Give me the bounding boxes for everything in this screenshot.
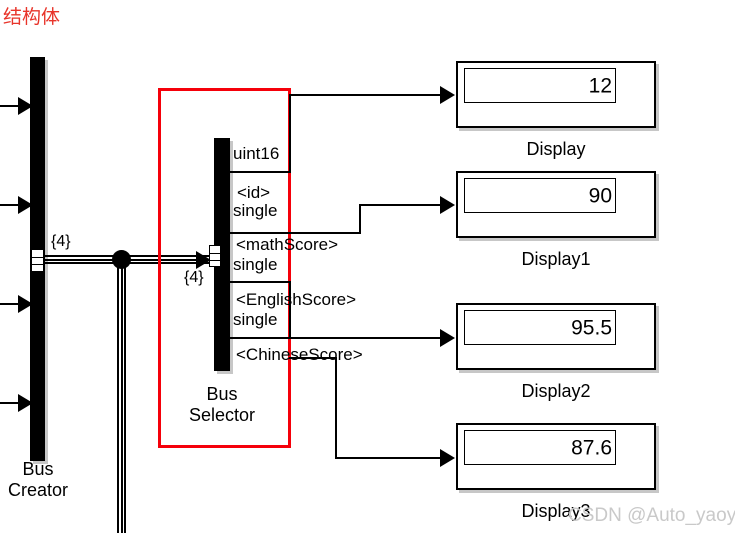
bus-selector-output-stub-3: [228, 281, 290, 283]
bus-selector-input-port[interactable]: [209, 245, 221, 267]
wire-display1-horizontal-upper: [359, 204, 441, 206]
display2-input-arrow: [440, 329, 455, 347]
display-block-1[interactable]: 90: [456, 171, 656, 238]
csdn-watermark: CSDN @Auto_yaoyao: [568, 505, 735, 526]
bus-selector-output-stub-2: [228, 232, 290, 234]
display-value-box-0: 12: [464, 68, 616, 103]
display-value-0: 12: [588, 74, 612, 97]
page-title: 结构体: [3, 6, 61, 28]
display-value-box-2: 95.5: [464, 310, 616, 345]
display3-input-arrow: [440, 449, 455, 467]
display-block-2[interactable]: 95.5: [456, 303, 656, 370]
bus-creator-input-arrow-3: [18, 295, 33, 313]
display0-input-arrow: [440, 86, 455, 104]
bus-creator-output-port[interactable]: [31, 249, 44, 272]
display-value-2: 95.5: [571, 316, 612, 339]
wire-display2-vertical: [289, 281, 291, 339]
display-value-box-1: 90: [464, 178, 616, 213]
display1-input-arrow: [440, 196, 455, 214]
wire-display3-horizontal-upper: [289, 357, 337, 359]
display-value-box-3: 87.6: [464, 430, 616, 465]
wire-display0-vertical: [289, 94, 291, 173]
bus-selector-port-label-id-type: single: [233, 201, 278, 220]
bus-selector-output-stub-1: [228, 171, 290, 173]
display-block-0[interactable]: 12: [456, 61, 656, 128]
bus-wire-branch-down[interactable]: [117, 259, 126, 533]
display-label-0: Display: [526, 139, 586, 159]
bus-creator-output-tag: {4}: [51, 233, 71, 250]
bus-creator-input-arrow-4: [18, 394, 33, 412]
bus-creator-input-arrow-1: [18, 97, 33, 115]
bus-selector-port-label-id: <id>: [237, 183, 271, 202]
bus-creator-input-arrow-2: [18, 196, 33, 214]
wire-display1-vertical: [359, 204, 361, 234]
bus-selector-port-label-englishscore-type: single: [233, 310, 278, 329]
wire-display1-horizontal-lower: [289, 232, 361, 234]
display-label-1: Display1: [521, 249, 591, 269]
display-value-1: 90: [588, 184, 612, 207]
wire-display3-vertical: [335, 357, 337, 459]
bus-selector-port-label-mathscore-type: single: [233, 255, 278, 274]
bus-selector-port-label-mathscore: <mathScore>: [236, 235, 339, 254]
display-block-3[interactable]: 87.6: [456, 423, 656, 490]
bus-selector-port-label-uint16: uint16: [233, 144, 280, 163]
bus-selector-output-stub-4: [228, 337, 290, 339]
wire-display3-horizontal-lower: [335, 457, 441, 459]
simulink-diagram-canvas: 结构体 Bus Creator {4} {4} uint16 <id> sing…: [0, 0, 735, 533]
wire-display2-horizontal: [289, 337, 441, 339]
display-label-2: Display2: [521, 381, 591, 401]
bus-selector-port-label-chinesescore: <ChineseScore>: [236, 345, 363, 364]
bus-selector-port-label-englishscore: <EnglishScore>: [236, 290, 357, 309]
bus-selector-label: Bus Selector: [188, 384, 256, 426]
wire-display0-horizontal: [289, 94, 441, 96]
bus-creator-label: Bus Creator: [7, 459, 69, 501]
display-value-3: 87.6: [571, 436, 612, 459]
